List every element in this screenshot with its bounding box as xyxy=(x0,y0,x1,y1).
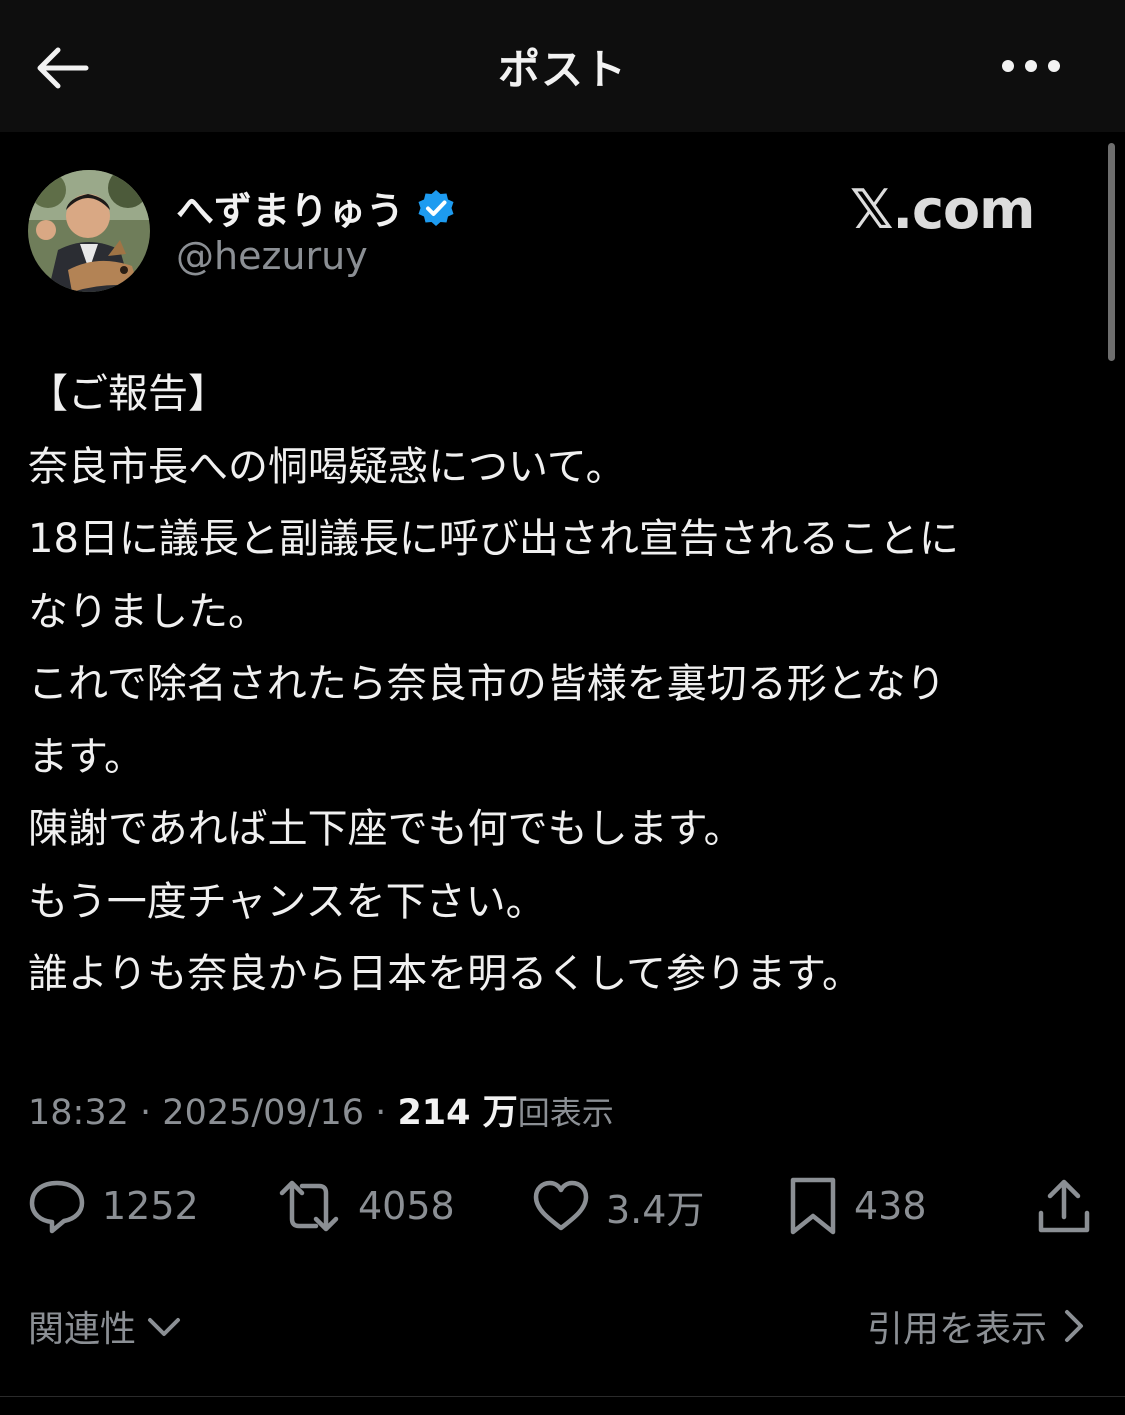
repost-count: 4058 xyxy=(358,1184,455,1228)
heart-icon xyxy=(533,1180,589,1231)
reply-icon xyxy=(29,1180,85,1234)
bookmark-count: 438 xyxy=(854,1184,927,1228)
scrollbar[interactable] xyxy=(1108,143,1115,361)
views-count[interactable]: 214 万 xyxy=(397,1093,517,1133)
post-line: もう一度チャンスを下さい。 xyxy=(28,878,546,925)
post-line: 奈良市長への恫喝疑惑について。 xyxy=(28,443,626,490)
repost-icon xyxy=(279,1180,339,1232)
post-line: これで除名されたら奈良市の皆様を裏切る形となり xyxy=(28,661,946,707)
sort-relevance-dropdown[interactable]: 関連性 xyxy=(28,1300,184,1352)
post-line: 陳謝であれば土下座でも何でもします。 xyxy=(28,806,744,852)
avatar-photo xyxy=(28,170,150,292)
more-options-button[interactable] xyxy=(989,44,1073,88)
author-handle[interactable]: @hezuruy xyxy=(176,234,368,278)
meta-separator: · xyxy=(140,1093,152,1133)
bookmark-icon xyxy=(790,1177,836,1235)
reply-count: 1252 xyxy=(102,1184,199,1228)
more-horizontal-icon xyxy=(1002,60,1060,72)
post-line: 【ご報告】 xyxy=(28,371,228,417)
views-label[interactable]: 回表示 xyxy=(518,1094,614,1132)
repost-button[interactable]: 4058 xyxy=(276,1168,455,1244)
top-bar: ポスト xyxy=(0,0,1125,132)
post-time: 18:32 xyxy=(28,1093,129,1133)
author-name[interactable]: へずまりゅう xyxy=(176,180,404,235)
post-line: ます。 xyxy=(28,733,144,780)
post-text: 【ご報告】 奈良市長への恫喝疑惑について。 18日に議長と副議長に呼び出され宣告… xyxy=(28,358,1088,1011)
action-bar: 1252 4058 3.4万 438 xyxy=(0,1168,1125,1244)
bookmark-button[interactable]: 438 xyxy=(788,1168,927,1244)
post-line: 誰よりも奈良から日本を明るくして参ります。 xyxy=(28,951,862,997)
reply-button[interactable]: 1252 xyxy=(28,1168,199,1244)
like-count: 3.4万 xyxy=(606,1187,705,1232)
meta-separator: · xyxy=(375,1093,387,1133)
avatar[interactable] xyxy=(28,170,150,292)
view-quotes-link[interactable]: 引用を表示 xyxy=(867,1300,1087,1352)
verified-badge-icon xyxy=(418,189,454,226)
view-quotes-label: 引用を表示 xyxy=(866,1309,1047,1350)
share-icon xyxy=(1038,1179,1090,1233)
x-com-watermark: 𝕏.com xyxy=(850,178,1035,241)
page-title: ポスト xyxy=(497,45,627,94)
sort-label: 関連性 xyxy=(28,1309,137,1350)
chevron-right-icon xyxy=(1065,1310,1083,1342)
like-button[interactable]: 3.4万 xyxy=(532,1168,704,1244)
chevron-down-icon xyxy=(148,1318,181,1336)
post-line: なりました。 xyxy=(28,588,268,635)
post-line: 18日に議長と副議長に呼び出され宣告されることに xyxy=(28,516,959,562)
share-button[interactable] xyxy=(1036,1168,1092,1244)
author-name-row[interactable]: へずまりゅう xyxy=(176,180,456,235)
post-date: 2025/09/16 xyxy=(162,1093,365,1133)
divider xyxy=(0,1396,1125,1397)
post-meta: 18:32 · 2025/09/16 · 214 万回表示 xyxy=(28,1084,614,1135)
